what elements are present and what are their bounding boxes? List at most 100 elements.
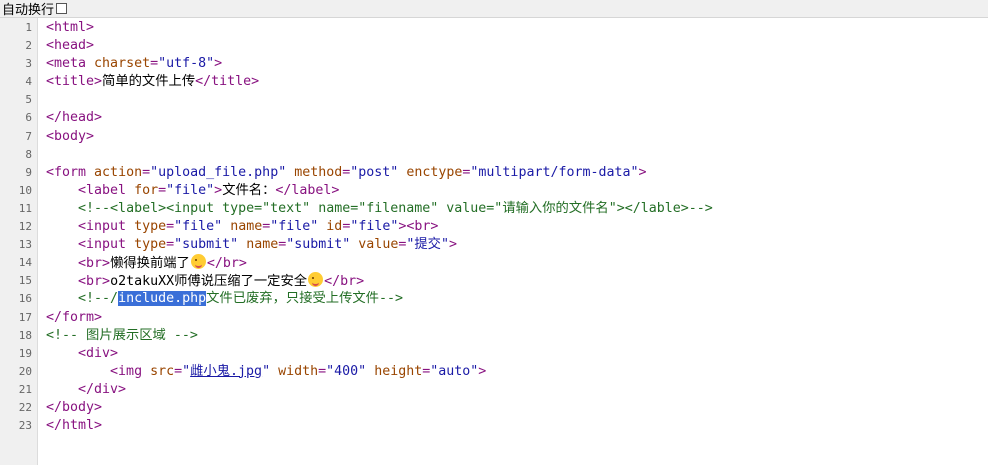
value: " [262, 363, 271, 379]
eq: = [150, 56, 159, 72]
tag: <form [46, 164, 95, 180]
attr: height [374, 363, 423, 379]
tag: <html> [46, 20, 95, 35]
tag: > [214, 56, 223, 72]
attr: width [278, 363, 319, 379]
code-line-19: <div> [46, 345, 988, 363]
value: "upload_file.php" [150, 164, 287, 180]
line-number: 5 [25, 93, 32, 107]
tag: </html> [46, 418, 103, 434]
attr: action [94, 164, 143, 180]
text: 简单的文件上传 [102, 74, 196, 90]
code-area[interactable]: <html> <head> <meta charset="utf-8"> <ti… [38, 18, 988, 465]
image-source-link[interactable]: 雌小鬼.jpg [190, 364, 262, 379]
value: "post" [350, 164, 399, 180]
code-line-15: <br>o2takuXX师傅说压缩了一定安全 </br> [46, 272, 988, 290]
line-number: 11 [18, 201, 32, 215]
code-line-14: <br>懒得换前端了 </br> [46, 254, 988, 272]
code-line-20: <img src="雌小鬼.jpg" width="400" height="a… [110, 363, 487, 379]
line-number: 12 [18, 220, 32, 234]
text: o2takuXX师傅说压缩了一定安全 [110, 274, 308, 290]
attr: name [246, 237, 279, 253]
value: "file" [350, 219, 399, 235]
line-number: 17 [18, 310, 32, 324]
code-line-7: <body> [46, 128, 988, 146]
code-line-21: </div> [46, 381, 988, 399]
text: 文件名： [222, 182, 276, 198]
tag: </div> [78, 381, 127, 397]
tag: > [638, 164, 647, 180]
line-number: 3 [25, 57, 32, 71]
comment: <!--<label><input type="text" name="file… [78, 200, 713, 216]
source-viewer: 1 2 3 4 5 6 7 8 9 10 11 12 13 14 15 16 17 18 19 20 21 22 23 <h… [0, 18, 988, 465]
value: "file" [270, 219, 319, 235]
attr: type [134, 219, 167, 235]
line-number: 19 [18, 346, 32, 360]
line-number: 6 [25, 111, 32, 125]
tag: </head> [46, 110, 103, 126]
code-line-9: <form action="upload_file.php" method="p… [46, 164, 647, 180]
tag: > [448, 237, 457, 253]
comment: 文件已废弃，只接受上传文件--> [206, 291, 404, 307]
wrap-label: 自动换行 [2, 2, 55, 17]
line-number: 8 [25, 147, 32, 161]
attr: for [134, 182, 159, 198]
code-line-3: <meta charset="utf-8"> [46, 55, 988, 73]
code-line-12: <input type="file" name="file" id="file"… [78, 219, 439, 235]
line-number: 10 [18, 183, 32, 197]
attr: name [230, 219, 263, 235]
code-line-2: <head> [46, 37, 988, 55]
tag: <br> [406, 219, 439, 235]
attr: id [326, 219, 343, 235]
tag: </form> [46, 309, 103, 325]
selected-text[interactable]: include.php [118, 291, 207, 307]
attr: charset [94, 56, 151, 72]
line-number-gutter: 1 2 3 4 5 6 7 8 9 10 11 12 13 14 15 16 17 18 19 20 21 22 23 [0, 18, 38, 465]
tag: <input [78, 237, 135, 253]
line-number: 20 [18, 364, 32, 378]
value: " [182, 363, 191, 379]
tag: </br> [324, 274, 365, 290]
line-number: 13 [18, 238, 32, 252]
line-number: 15 [18, 274, 32, 288]
text: 懒得换前端了 [110, 256, 190, 272]
line-number: 14 [18, 256, 32, 270]
tag: </body> [46, 399, 103, 415]
value: "auto" [430, 363, 479, 379]
attr: method [294, 164, 343, 180]
tag: </label> [275, 182, 340, 198]
emoji-grin-icon [190, 254, 206, 270]
value: "submit" [174, 237, 239, 253]
line-number: 18 [18, 328, 32, 342]
tag: </title> [195, 74, 260, 90]
tag: <div> [78, 345, 119, 361]
wrap-checkbox[interactable] [56, 3, 68, 14]
code-line-4: <title>简单的文件上传</title> [46, 73, 988, 91]
code-line-6: </head> [46, 109, 988, 127]
line-number: 1 [25, 21, 32, 34]
line-number: 16 [18, 292, 32, 306]
value: "multipart/form-data" [470, 164, 639, 180]
code-line-18: <!-- 图片展示区域 --> [46, 327, 988, 345]
attr: type [134, 237, 167, 253]
tag: <input [78, 219, 135, 235]
code-line-17: </form> [46, 309, 988, 327]
tag: <br> [78, 274, 111, 290]
value: "提交" [406, 237, 449, 253]
code-line-10: <label for="file">文件名：</label> [78, 182, 340, 198]
value: "400" [326, 363, 367, 379]
tag: <body> [46, 128, 95, 144]
line-number: 7 [25, 129, 32, 143]
value: "submit" [286, 237, 351, 253]
code-line-11: <!--<label><input type="text" name="file… [46, 200, 988, 218]
value: "utf-8" [158, 56, 215, 72]
code-line-1: <html> [46, 19, 988, 37]
attr: src [150, 363, 175, 379]
tag: <head> [46, 38, 95, 54]
tag: <title> [46, 74, 103, 90]
line-number: 9 [25, 165, 32, 179]
value: "file" [166, 182, 215, 198]
attr: enctype [406, 164, 463, 180]
